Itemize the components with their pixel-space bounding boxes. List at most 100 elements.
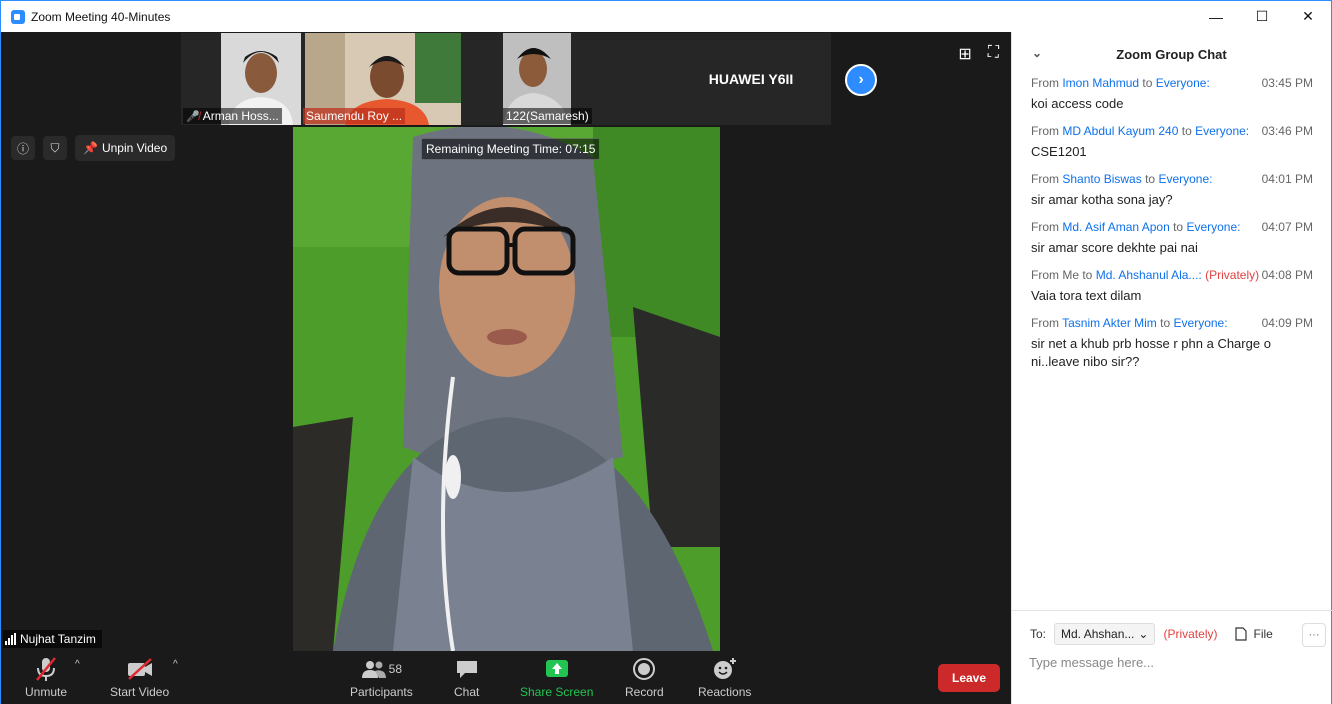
message-time: 04:08 PM bbox=[1261, 268, 1313, 282]
message-to-label: to bbox=[1173, 220, 1184, 234]
participant-thumbnail[interactable]: 122(Samaresh) bbox=[461, 33, 671, 125]
start-video-label: Start Video bbox=[110, 685, 170, 699]
pin-icon: 📌 bbox=[83, 141, 98, 155]
window-controls: — ☐ ✕ bbox=[1193, 1, 1331, 32]
message-time: 03:46 PM bbox=[1261, 124, 1313, 138]
message-recipient[interactable]: Everyone: bbox=[1186, 220, 1240, 234]
close-button[interactable]: ✕ bbox=[1285, 1, 1331, 32]
next-page-arrow-icon[interactable]: › bbox=[845, 64, 877, 96]
chat-message-header: From Imon Mahmud to Everyone: 03:45 PM bbox=[1031, 76, 1313, 90]
reactions-label: Reactions bbox=[698, 685, 752, 699]
message-to-label: to bbox=[1160, 316, 1171, 330]
share-screen-icon bbox=[545, 655, 569, 683]
info-icon[interactable]: ⓘ bbox=[11, 136, 35, 160]
message-to-label: to bbox=[1142, 76, 1153, 90]
participant-thumbnail-name-only[interactable]: HUAWEI Y6II bbox=[671, 33, 831, 125]
message-from-label: From bbox=[1031, 172, 1059, 186]
recipient-dropdown[interactable]: Md. Ahshan... ⌄ bbox=[1054, 623, 1156, 645]
recipient-value: Md. Ahshan... bbox=[1061, 627, 1135, 641]
chat-message: From Shanto Biswas to Everyone: 04:01 PM s… bbox=[1012, 172, 1331, 209]
chat-button[interactable]: Chat bbox=[454, 655, 479, 699]
smiley-plus-icon bbox=[712, 655, 738, 683]
muted-mic-icon: 🎤̸ bbox=[186, 111, 200, 123]
zoom-app-icon bbox=[11, 9, 25, 24]
participant-thumbnail[interactable]: 🎤̸ Arman Hoss... bbox=[181, 33, 301, 125]
message-sender[interactable]: Tasnim Akter Mim bbox=[1062, 316, 1157, 330]
video-off-icon bbox=[126, 655, 154, 683]
message-recipient[interactable]: Md. Ahshanul Ala...: bbox=[1096, 268, 1202, 282]
record-label: Record bbox=[625, 685, 664, 699]
speaker-video-frame bbox=[293, 127, 720, 651]
share-screen-button[interactable]: Share Screen bbox=[520, 655, 593, 699]
unmute-button[interactable]: Unmute bbox=[25, 655, 67, 699]
chat-message: From Tasnim Akter Mim to Everyone: 04:09 … bbox=[1012, 316, 1331, 371]
start-video-button[interactable]: Start Video bbox=[110, 655, 169, 699]
shield-icon[interactable]: ⛉ bbox=[43, 136, 67, 160]
meeting-area: 🎤̸ Arman Hoss... Saumendu Roy ... 122(Sa… bbox=[1, 32, 1011, 704]
message-sender[interactable]: Shanto Biswas bbox=[1062, 172, 1141, 186]
gallery-view-icon[interactable]: ⊞ bbox=[958, 44, 971, 64]
participants-button[interactable]: 58 Participants bbox=[350, 655, 413, 699]
privately-label: (Privately) bbox=[1163, 627, 1218, 641]
message-text: sir amar kotha sona jay? bbox=[1031, 192, 1173, 207]
muted-mic-icon bbox=[34, 655, 58, 683]
chat-title: Zoom Group Chat bbox=[1116, 46, 1227, 62]
message-recipient[interactable]: Everyone: bbox=[1195, 124, 1249, 138]
message-sender[interactable]: Imon Mahmud bbox=[1062, 76, 1139, 90]
chat-message-header: From Md. Asif Aman Apon to Everyone: 04:0… bbox=[1031, 220, 1313, 234]
participants-icon: 58 bbox=[361, 655, 402, 683]
file-button[interactable]: File bbox=[1235, 627, 1273, 641]
chat-message-list: From Imon Mahmud to Everyone: 03:45 PM koi… bbox=[1012, 76, 1331, 371]
unpin-label: Unpin Video bbox=[101, 141, 168, 155]
message-to-label: to bbox=[1181, 124, 1192, 138]
message-text: koi access code bbox=[1031, 96, 1124, 111]
chat-message-header: From MD Abdul Kayum 240 to Everyone: 03:4… bbox=[1031, 124, 1313, 138]
message-from-label: From bbox=[1031, 316, 1059, 330]
unpin-video-button[interactable]: 📌 Unpin Video bbox=[75, 135, 176, 161]
participant-name-tag: 🎤̸ Arman Hoss... bbox=[183, 108, 282, 124]
leave-button[interactable]: Leave bbox=[938, 664, 1000, 692]
minimize-button[interactable]: — bbox=[1193, 1, 1239, 32]
message-text: CSE1201 bbox=[1031, 144, 1087, 159]
message-sender[interactable]: MD Abdul Kayum 240 bbox=[1062, 124, 1178, 138]
more-options-button[interactable]: ··· bbox=[1302, 623, 1326, 647]
chat-header: ⌄ Zoom Group Chat bbox=[1012, 32, 1331, 76]
message-recipient[interactable]: Everyone: bbox=[1174, 316, 1228, 330]
record-icon bbox=[632, 655, 656, 683]
message-to-label: to bbox=[1145, 172, 1156, 186]
thumbnail-strip: 🎤̸ Arman Hoss... Saumendu Roy ... 122(Sa… bbox=[181, 33, 831, 125]
message-text: sir amar score dekhte pai nai bbox=[1031, 240, 1198, 255]
audio-options-caret-icon[interactable]: ^ bbox=[75, 659, 80, 670]
participant-name: Arman Hoss... bbox=[202, 109, 279, 123]
message-time: 04:09 PM bbox=[1261, 316, 1313, 330]
speaker-name-tag: Nujhat Tanzim bbox=[3, 630, 102, 648]
to-label: To: bbox=[1030, 627, 1047, 641]
chat-message: From Md. Asif Aman Apon to Everyone: 04:0… bbox=[1012, 220, 1331, 257]
message-from-label: From Me bbox=[1031, 268, 1079, 282]
chat-label: Chat bbox=[454, 685, 480, 699]
fullscreen-icon[interactable]: ⛶ bbox=[988, 44, 999, 64]
message-time: 04:07 PM bbox=[1261, 220, 1313, 234]
chat-bubble-icon bbox=[455, 655, 479, 683]
chat-message-input[interactable] bbox=[1029, 655, 1309, 670]
zoom-window: Zoom Meeting 40-Minutes — ☐ ✕ 🎤̸ Arman Ho… bbox=[0, 0, 1332, 704]
reactions-button[interactable]: Reactions bbox=[698, 655, 751, 699]
maximize-button[interactable]: ☐ bbox=[1239, 1, 1285, 32]
chevron-down-icon[interactable]: ⌄ bbox=[1032, 46, 1042, 60]
chat-message: From MD Abdul Kayum 240 to Everyone: 03:4… bbox=[1012, 124, 1331, 161]
participants-label: Participants bbox=[350, 685, 413, 699]
message-text: Vaia tora text dilam bbox=[1031, 288, 1142, 303]
window-title: Zoom Meeting 40-Minutes bbox=[31, 9, 171, 24]
video-options-caret-icon[interactable]: ^ bbox=[173, 659, 178, 670]
message-recipient[interactable]: Everyone: bbox=[1158, 172, 1212, 186]
message-sender[interactable]: Md. Asif Aman Apon bbox=[1062, 220, 1169, 234]
recipient-row: To: Md. Ahshan... ⌄ (Privately) File bbox=[1030, 623, 1273, 645]
participant-name-tag: Saumendu Roy ... bbox=[303, 108, 406, 124]
chat-footer: To: Md. Ahshan... ⌄ (Privately) File ··· bbox=[1012, 610, 1332, 704]
record-button[interactable]: Record bbox=[625, 655, 664, 699]
chat-message-header: From Shanto Biswas to Everyone: 04:01 PM bbox=[1031, 172, 1313, 186]
message-time: 04:01 PM bbox=[1261, 172, 1313, 186]
participant-thumbnail[interactable]: Saumendu Roy ... bbox=[301, 33, 461, 125]
chat-message: From Imon Mahmud to Everyone: 03:45 PM koi… bbox=[1012, 76, 1331, 113]
message-recipient[interactable]: Everyone: bbox=[1156, 76, 1210, 90]
